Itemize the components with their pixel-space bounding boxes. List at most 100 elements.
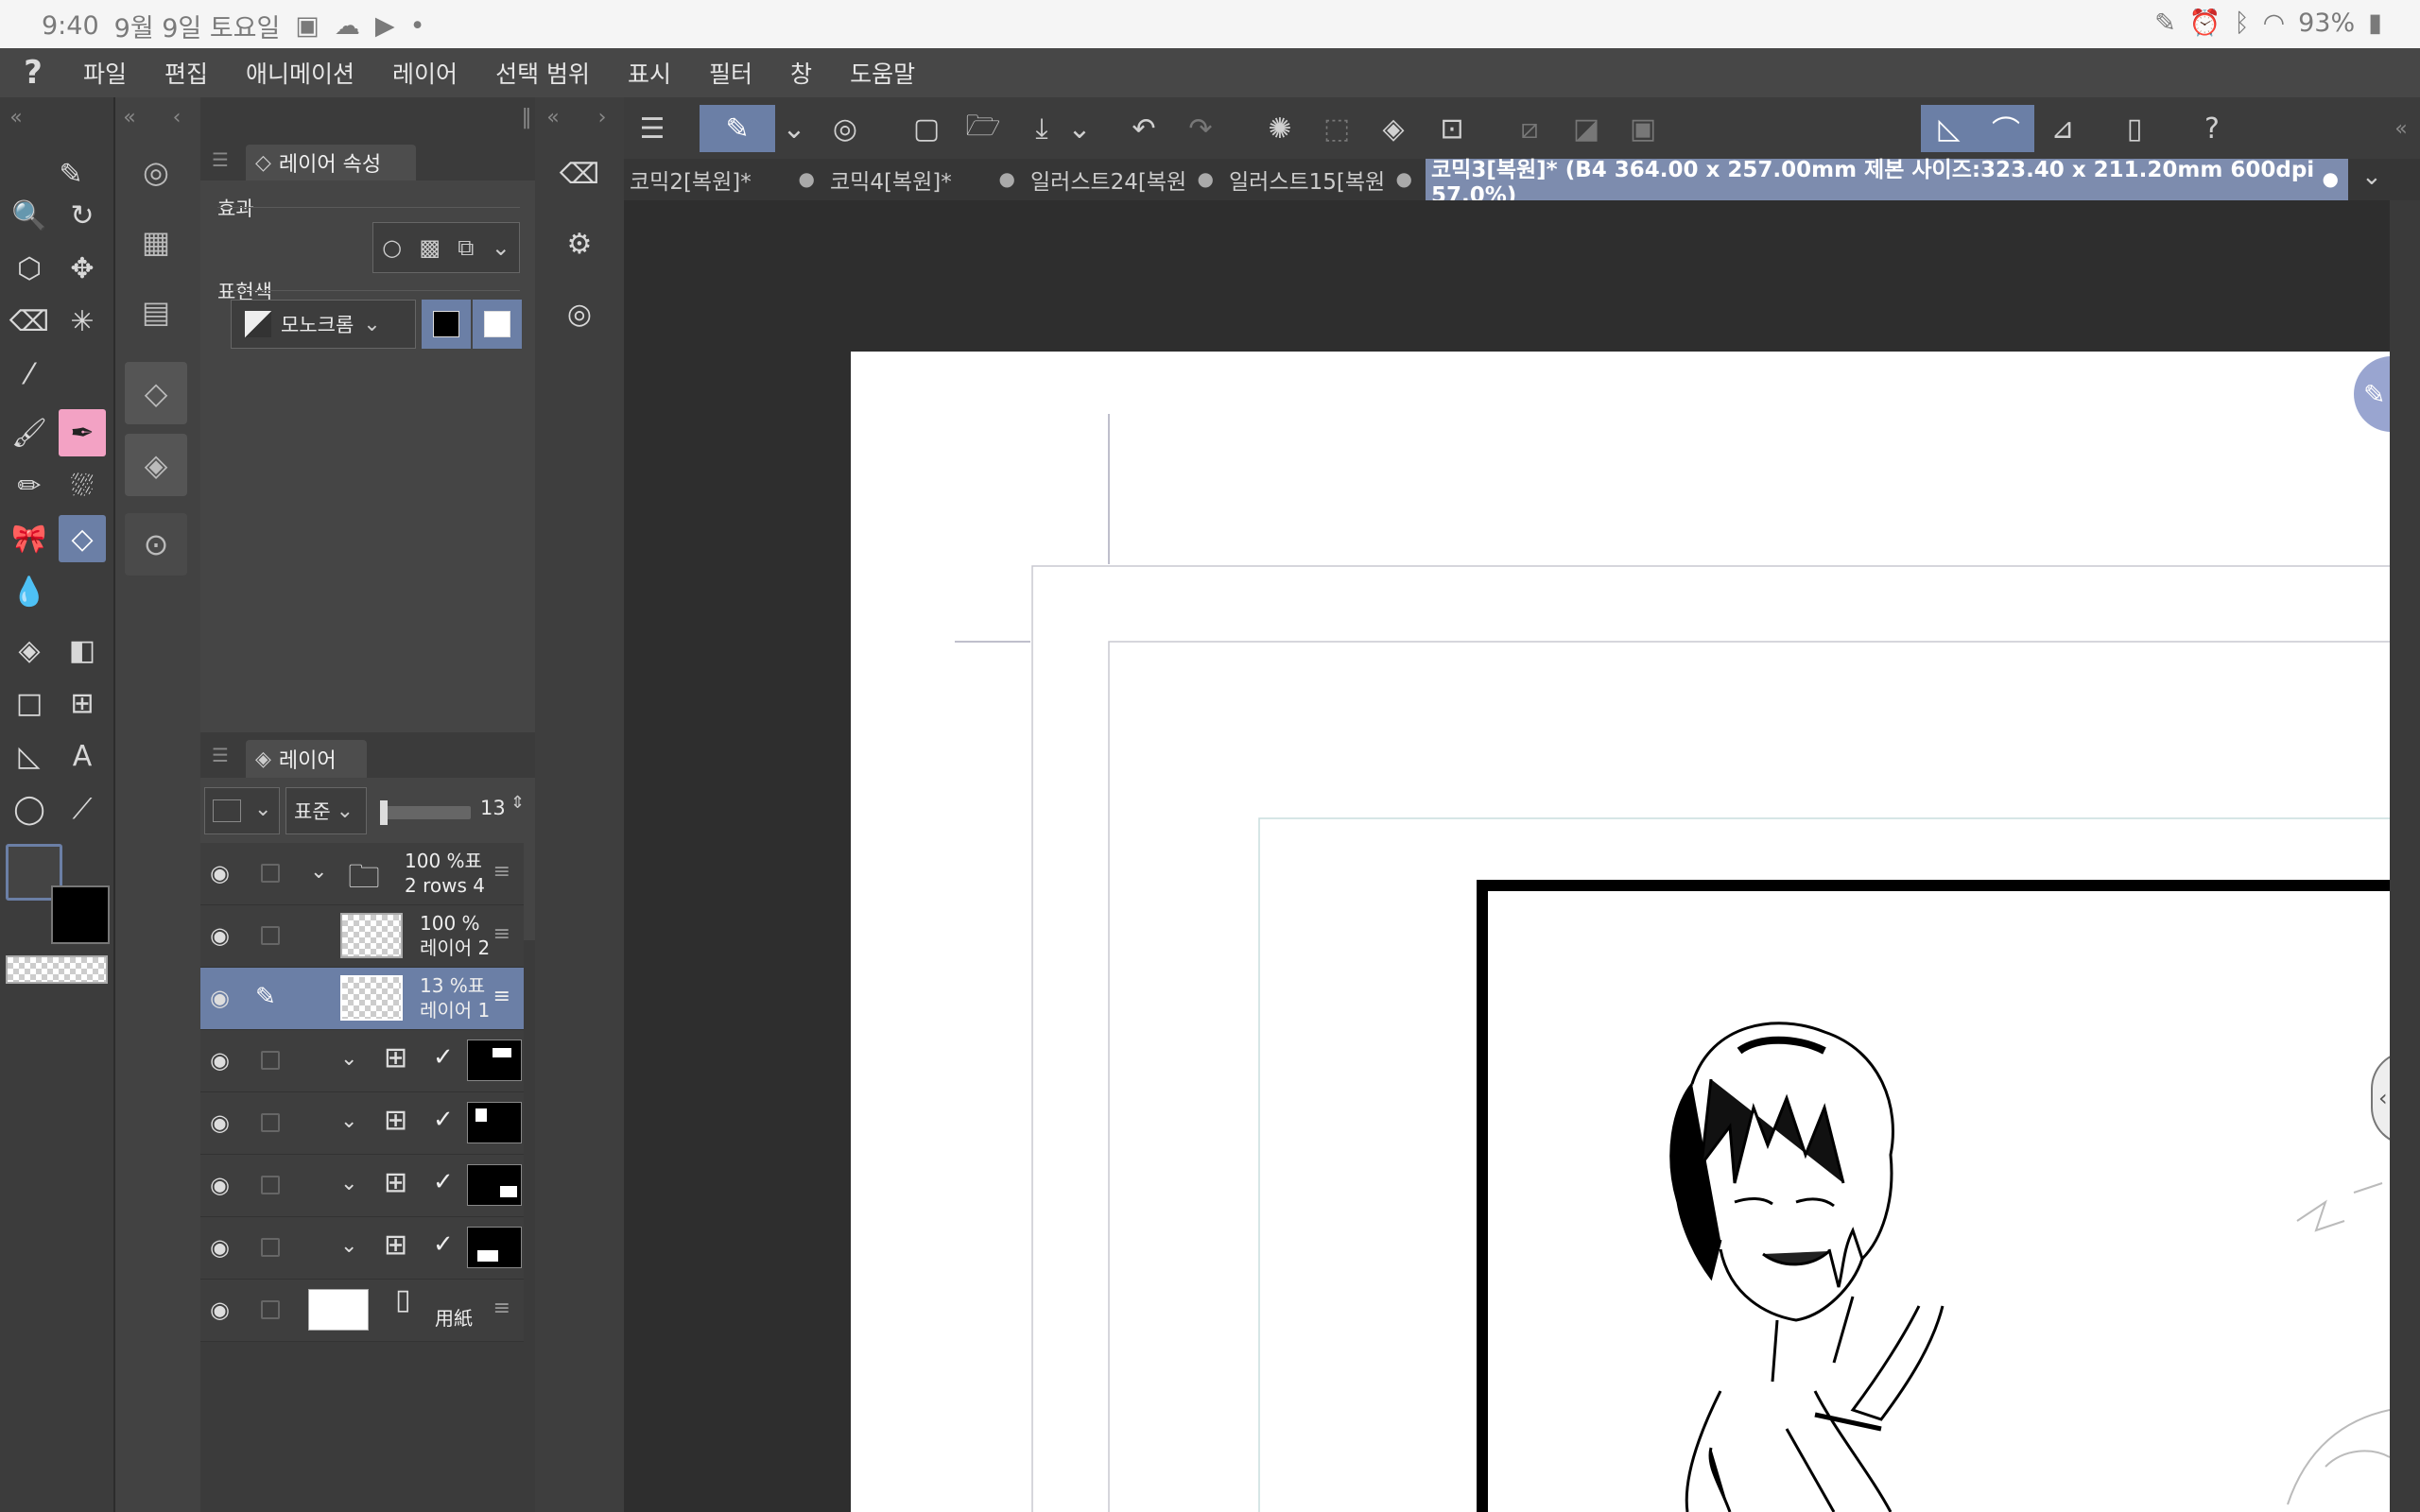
opacity-slider[interactable] [380,800,471,825]
drag-handle-icon[interactable]: ≡ [493,1297,510,1320]
opacity-stepper-icon[interactable]: ⇕ [510,793,525,813]
text-tool-icon[interactable]: A [59,732,106,780]
app-logo-icon[interactable]: ? [0,48,66,97]
tab-comic2[interactable]: 코믹2[복원]* ● [624,159,824,200]
layer-panel-icon[interactable]: ◈ [125,434,187,496]
layer-property-tab[interactable]: ◇ 레이어 속성 [246,145,416,180]
eye-icon[interactable]: ◉ [210,985,230,1011]
figure-tool-icon[interactable]: □ [6,679,53,727]
chevron-down-icon[interactable]: ⌄ [340,1047,357,1071]
invert-selection-icon[interactable]: ◪ [1558,105,1615,152]
companion-icon[interactable]: ◎ [817,105,873,152]
open-folder-icon[interactable]: 🗁 [955,105,1011,152]
eye-icon[interactable]: ◉ [210,1109,230,1136]
tab-close-icon[interactable]: ● [2323,167,2339,190]
layer-panel-menu-icon[interactable]: ☰ [212,744,229,766]
eraser-target-icon[interactable]: ◎ [556,290,603,337]
menu-view[interactable]: 표시 [611,56,692,90]
eraser-settings-icon[interactable]: ⚙ [556,220,603,267]
drag-handle-icon[interactable]: ≡ [493,860,510,884]
line-tool-icon[interactable]: ⟋ [59,785,106,833]
border-effect-icon[interactable]: ○ [382,234,402,261]
smartphone-icon[interactable]: ▯ [2106,105,2163,152]
eye-icon[interactable]: ◉ [210,1297,230,1323]
pen-tool-icon[interactable]: ✒ [59,409,106,456]
layer-check[interactable] [261,1238,280,1257]
tab-close-icon[interactable]: ● [999,167,1015,190]
panel-menu-icon[interactable]: ☰ [212,148,229,171]
layer-check[interactable] [261,1176,280,1194]
transparent-color-swatch[interactable] [6,955,108,984]
drag-handle-icon[interactable]: ≡ [493,985,510,1008]
undo-icon[interactable]: ↶ [1115,105,1172,152]
white-color-button[interactable] [473,300,522,349]
frame-layer-row-4[interactable]: ◉ ⌄ ⊞ ✓ [200,1217,524,1280]
layer-panel-tab[interactable]: ◈ 레이어 [246,740,367,778]
chevron-down-icon[interactable]: ⌄ [310,860,327,884]
tab-close-icon[interactable]: ● [1198,167,1214,190]
eraser-select-icon[interactable]: ⌫ [6,298,53,345]
eye-icon[interactable]: ◉ [210,1047,230,1074]
loading-icon[interactable]: ✺ [1252,105,1308,152]
snap-special-ruler-icon[interactable]: ⌒ [1978,105,2034,152]
layer-check[interactable] [261,1300,280,1319]
layer-color-icon[interactable]: ⧉ [458,234,474,261]
chevron-down-icon[interactable]: ⌄ [340,1172,357,1195]
opacity-slider-handle[interactable] [380,800,388,825]
chevron-left-icon[interactable]: ‹ [163,103,191,131]
tab-list-chevron-icon[interactable]: ⌄ [2361,163,2382,191]
frame-layer-row-1[interactable]: ◉ ⌄ ⊞ ✓ [200,1030,524,1092]
paper-layer-row[interactable]: ◉ ▯ 用紙 ≡ [200,1280,524,1342]
zoom-tool-icon[interactable]: 🔍 [6,192,53,239]
checkmark-icon[interactable]: ✓ [433,1230,454,1259]
transform-icon[interactable]: ⊡ [1424,105,1480,152]
right-collapse-icon[interactable]: « [2382,105,2420,152]
layer-check[interactable] [261,1113,280,1132]
decoration-icon[interactable]: 🎀 [6,515,53,562]
strip-expand-icon[interactable]: › [588,103,616,131]
new-file-icon[interactable]: ▢ [898,105,955,152]
layer-row-1-selected[interactable]: ◉ ✎ 13 %표 레이어 1 ≡ [200,968,524,1030]
frame-tool-icon[interactable]: ⊞ [59,679,106,727]
layer-color-select[interactable]: ⌄ [204,787,280,834]
strip-collapse-icon[interactable]: « [539,103,567,131]
frame-layer-row-2[interactable]: ◉ ⌄ ⊞ ✓ [200,1092,524,1155]
eye-icon[interactable]: ◉ [210,1234,230,1261]
move-tool-icon[interactable]: ✥ [59,245,106,292]
eraser-tool-icon[interactable]: ◇ [59,515,106,562]
black-color-button[interactable] [422,300,471,349]
layer-check[interactable] [261,1051,280,1070]
hamburger-menu-icon[interactable]: ☰ [624,105,681,152]
tab-illust15[interactable]: 일러스트15[복원 ● [1223,159,1422,200]
menu-help[interactable]: 도움말 [833,56,936,90]
effect-dropdown-icon[interactable]: ⌄ [492,234,510,261]
tool-property-icon[interactable]: ◎ [125,141,187,203]
effect-toggle-group[interactable]: ○ ▩ ⧉ ⌄ [372,222,520,273]
eye-icon[interactable]: ◉ [210,860,230,886]
checkmark-icon[interactable]: ✓ [433,1168,454,1196]
tab-comic3-active[interactable]: 코믹3[복원]* (B4 364.00 x 257.00mm 제본 사이즈:32… [1426,158,2348,208]
checkmark-icon[interactable]: ✓ [433,1106,454,1134]
eraser-subtool-icon[interactable]: ⌫ [556,150,603,198]
tab-close-icon[interactable]: ● [1396,167,1412,190]
menu-animation[interactable]: 애니메이션 [229,56,375,90]
menu-file[interactable]: 파일 [66,56,147,90]
snap-ruler-icon[interactable]: ◺ [1921,105,1978,152]
layer-check[interactable] [261,926,280,945]
snap-grid-icon[interactable]: ⊿ [2034,105,2091,152]
balloon-tool-icon[interactable]: ◯ [6,785,53,833]
layer-row-2[interactable]: ◉ 100 % 레이어 2 ≡ [200,905,524,968]
brush-icon[interactable]: 🖌 [6,409,53,456]
frame-layer-row-3[interactable]: ◉ ⌄ ⊞ ✓ [200,1155,524,1217]
chevron-down-icon[interactable]: ⌄ [340,1234,357,1258]
save-chevron-icon[interactable]: ⌄ [1061,105,1098,152]
canvas-area[interactable]: ✎ ‹ [624,200,2390,1512]
tone-effect-icon[interactable]: ▩ [419,234,441,261]
menu-edit[interactable]: 편집 [147,56,229,90]
fill-tool-icon[interactable]: ◈ [6,627,53,674]
timeline-icon[interactable]: ▤ [125,281,187,343]
redo-icon[interactable]: ↷ [1172,105,1229,152]
chevron-down-icon[interactable]: ⌄ [340,1109,357,1133]
menu-filter[interactable]: 필터 [692,56,773,90]
drag-handle-icon[interactable]: ≡ [493,922,510,946]
